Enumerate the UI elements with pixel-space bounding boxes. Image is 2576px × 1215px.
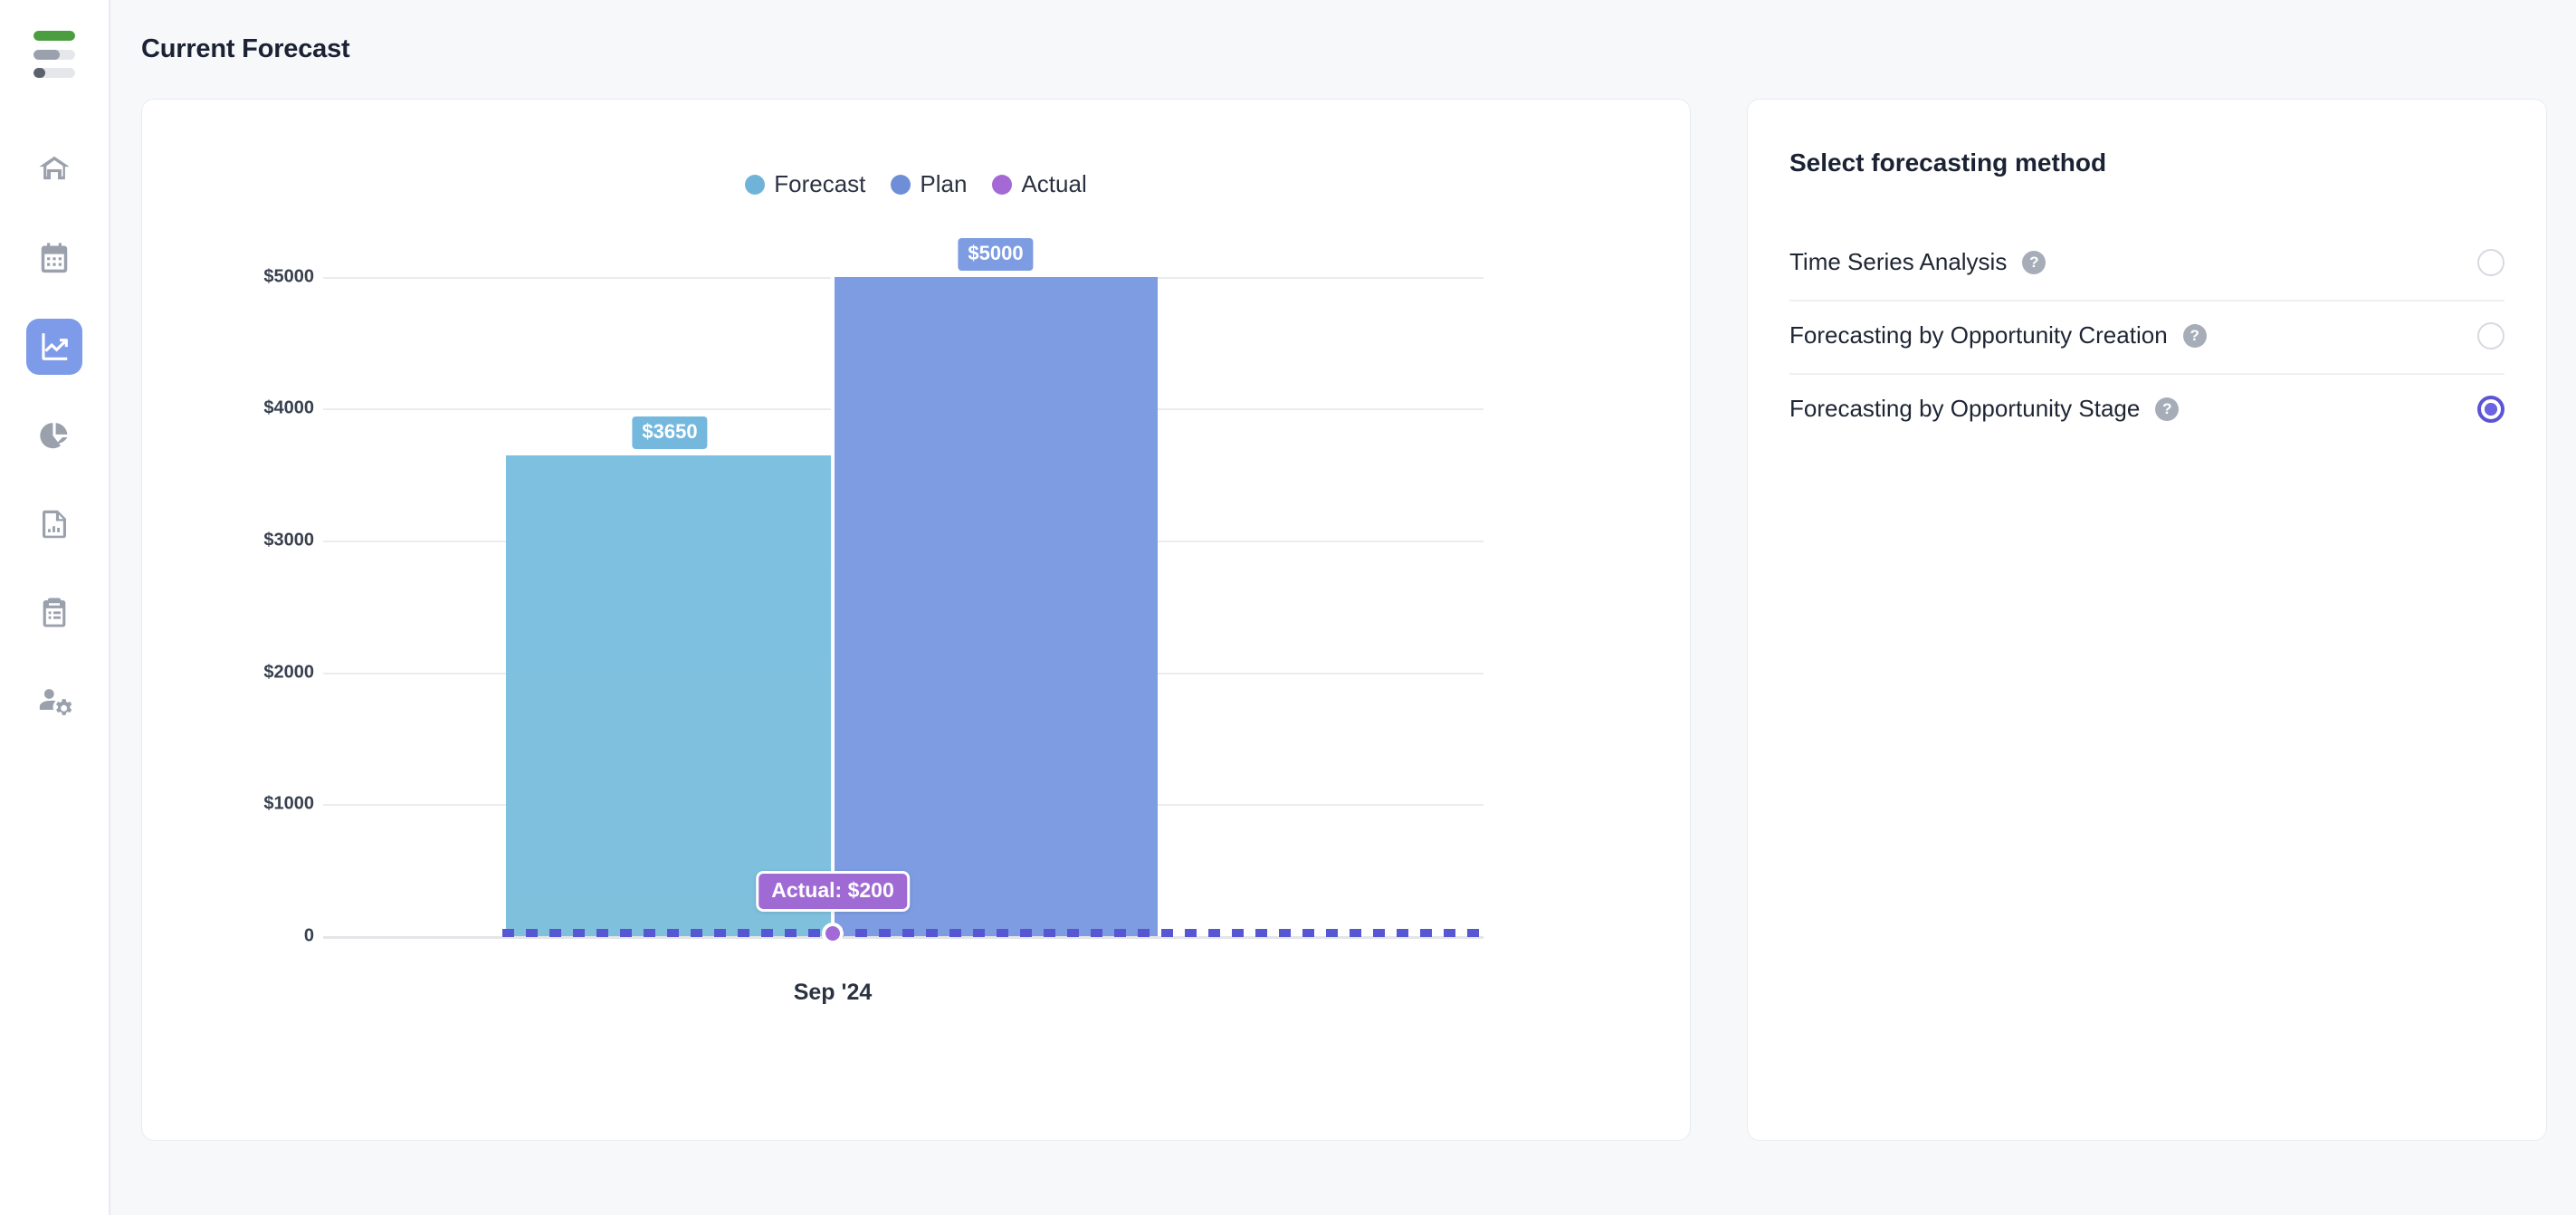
- bar-label-forecast: $3650: [632, 416, 708, 449]
- method-option-left: Forecasting by Opportunity Stage ?: [1789, 395, 2180, 423]
- radio-opportunity-stage[interactable]: [2477, 395, 2504, 423]
- sidebar-item-analytics[interactable]: [26, 407, 82, 464]
- actual-tooltip: Actual: $200: [756, 871, 910, 912]
- logo-bar-3: [33, 68, 75, 78]
- clipboard-icon: [43, 598, 66, 627]
- actual-dashed-line: [502, 929, 1487, 937]
- method-option-left: Time Series Analysis ?: [1789, 248, 2046, 276]
- report-doc-icon: [43, 510, 66, 539]
- pie-chart-icon: [40, 423, 68, 449]
- help-icon[interactable]: ?: [2022, 250, 2046, 274]
- method-option-opportunity-creation[interactable]: Forecasting by Opportunity Creation ?: [1789, 301, 2504, 375]
- app-root: Current Forecast Forecast Plan Actual $5…: [0, 0, 2576, 1215]
- method-option-time-series-analysis[interactable]: Time Series Analysis ?: [1789, 228, 2504, 301]
- chart-plot-area: $5000 $4000 $3000 $2000 $1000 0 $3650 $5…: [178, 201, 1655, 1036]
- legend-item-actual[interactable]: Actual: [992, 170, 1087, 198]
- crosshair-line: [831, 277, 835, 961]
- main-area: Current Forecast Forecast Plan Actual $5…: [110, 0, 2576, 1215]
- legend-dot-plan: [891, 174, 911, 195]
- bar-label-plan: $5000: [958, 238, 1034, 271]
- method-panel-title: Select forecasting method: [1789, 148, 2107, 177]
- forecasting-method-card: Select forecasting method Time Series An…: [1747, 99, 2547, 1141]
- user-settings-icon: [39, 689, 72, 715]
- method-option-opportunity-stage[interactable]: Forecasting by Opportunity Stage ?: [1789, 375, 2504, 446]
- legend-label-plan: Plan: [920, 170, 968, 197]
- legend-label-actual: Actual: [1021, 170, 1087, 197]
- sidebar-item-admin[interactable]: [26, 674, 82, 730]
- legend-item-plan[interactable]: Plan: [891, 170, 967, 198]
- forecast-chart-card: Forecast Plan Actual $5000 $4000 $3000 $…: [141, 99, 1691, 1141]
- left-sidebar: [0, 0, 110, 1215]
- home-icon: [39, 156, 70, 180]
- chart-bars: [178, 201, 1655, 1036]
- sidebar-item-calendar[interactable]: [26, 230, 82, 286]
- method-label-time-series-analysis: Time Series Analysis: [1789, 248, 2008, 275]
- sidebar-item-tasks[interactable]: [26, 585, 82, 641]
- sidebar-item-reports[interactable]: [26, 496, 82, 552]
- help-icon[interactable]: ?: [2155, 397, 2180, 421]
- x-tick-sep24: Sep '24: [793, 980, 873, 1005]
- bar-plan-sep24[interactable]: [833, 277, 1158, 936]
- logo-bar-2: [33, 49, 75, 60]
- method-option-left: Forecasting by Opportunity Creation ?: [1789, 321, 2207, 349]
- app-logo[interactable]: [33, 31, 76, 78]
- sidebar-item-home[interactable]: [26, 141, 82, 197]
- bar-forecast-sep24[interactable]: [506, 455, 833, 936]
- calendar-icon: [41, 243, 68, 273]
- actual-data-point[interactable]: [822, 923, 844, 944]
- sidebar-item-forecast[interactable]: [26, 319, 82, 375]
- radio-opportunity-creation[interactable]: [2477, 321, 2504, 349]
- chart-legend: Forecast Plan Actual: [142, 170, 1690, 198]
- content-row: Forecast Plan Actual $5000 $4000 $3000 $…: [141, 99, 2547, 1141]
- legend-dot-forecast: [745, 174, 766, 195]
- logo-bar-1: [33, 31, 75, 41]
- legend-item-forecast[interactable]: Forecast: [745, 170, 865, 198]
- method-label-opportunity-creation: Forecasting by Opportunity Creation: [1789, 321, 2168, 349]
- radio-time-series-analysis[interactable]: [2477, 248, 2504, 276]
- method-label-opportunity-stage: Forecasting by Opportunity Stage: [1789, 395, 2141, 422]
- legend-dot-actual: [992, 174, 1013, 195]
- line-chart-icon: [42, 333, 68, 360]
- sidebar-nav: [26, 141, 82, 730]
- help-icon[interactable]: ?: [2182, 323, 2207, 348]
- legend-label-forecast: Forecast: [774, 170, 866, 197]
- page-title: Current Forecast: [141, 34, 350, 63]
